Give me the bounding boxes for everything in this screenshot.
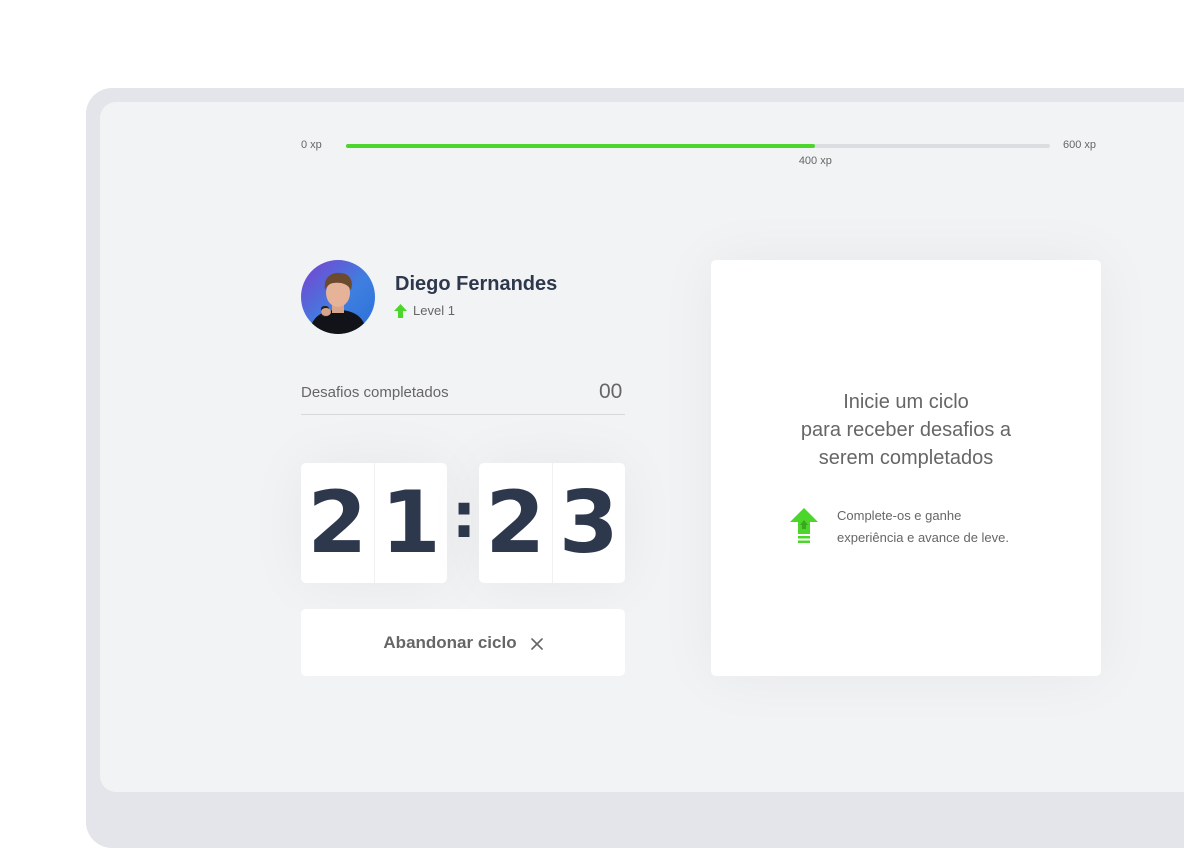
avatar xyxy=(301,260,375,334)
challenge-card-title-line: serem completados xyxy=(818,447,994,469)
challenge-card-hint-line: Complete-os e ganhe xyxy=(837,508,962,523)
divider xyxy=(301,414,625,415)
countdown-digit-minutes-tens: 2 xyxy=(307,473,368,573)
close-icon xyxy=(530,637,543,650)
challenge-card: Inicie um ciclo para receber desafios a … xyxy=(711,260,1101,676)
challenge-card-title-line: Inicie um ciclo xyxy=(843,391,969,413)
countdown-separator: : xyxy=(451,479,477,552)
level-up-arrow-icon xyxy=(789,508,819,546)
completed-challenges-label: Desafios completados xyxy=(301,384,449,401)
challenge-card-hint: Complete-os e ganhe experiência e avance… xyxy=(837,505,1009,549)
countdown-digit-seconds-tens: 2 xyxy=(485,473,546,573)
xp-min-label: 0 xp xyxy=(301,139,322,151)
level-label: Level 1 xyxy=(413,303,455,318)
level-indicator: Level 1 xyxy=(394,303,455,318)
countdown-minutes: 2 1 xyxy=(301,463,447,583)
challenge-card-hint-line: experiência e avance de leve. xyxy=(837,530,1010,545)
abandon-cycle-label: Abandonar ciclo xyxy=(383,632,517,652)
xp-max-label: 600 xp xyxy=(1063,139,1097,151)
abandon-cycle-button[interactable]: Abandonar ciclo xyxy=(301,609,625,676)
countdown-digit-seconds-ones: 3 xyxy=(551,463,626,583)
challenge-card-title-line: para receber desafios a xyxy=(800,419,1012,441)
challenge-card-title: Inicie um ciclo para receber desafios a … xyxy=(711,388,1101,472)
level-up-arrow-icon xyxy=(394,303,407,318)
experience-bar xyxy=(346,144,1050,148)
profile-name: Diego Fernandes xyxy=(395,273,558,295)
experience-bar-fill xyxy=(346,144,816,148)
xp-current-label: 400 xp xyxy=(798,155,832,167)
countdown-seconds: 2 3 xyxy=(479,463,625,583)
completed-challenges-count: 00 xyxy=(599,380,623,403)
countdown-digit-minutes-ones: 1 xyxy=(373,463,448,583)
